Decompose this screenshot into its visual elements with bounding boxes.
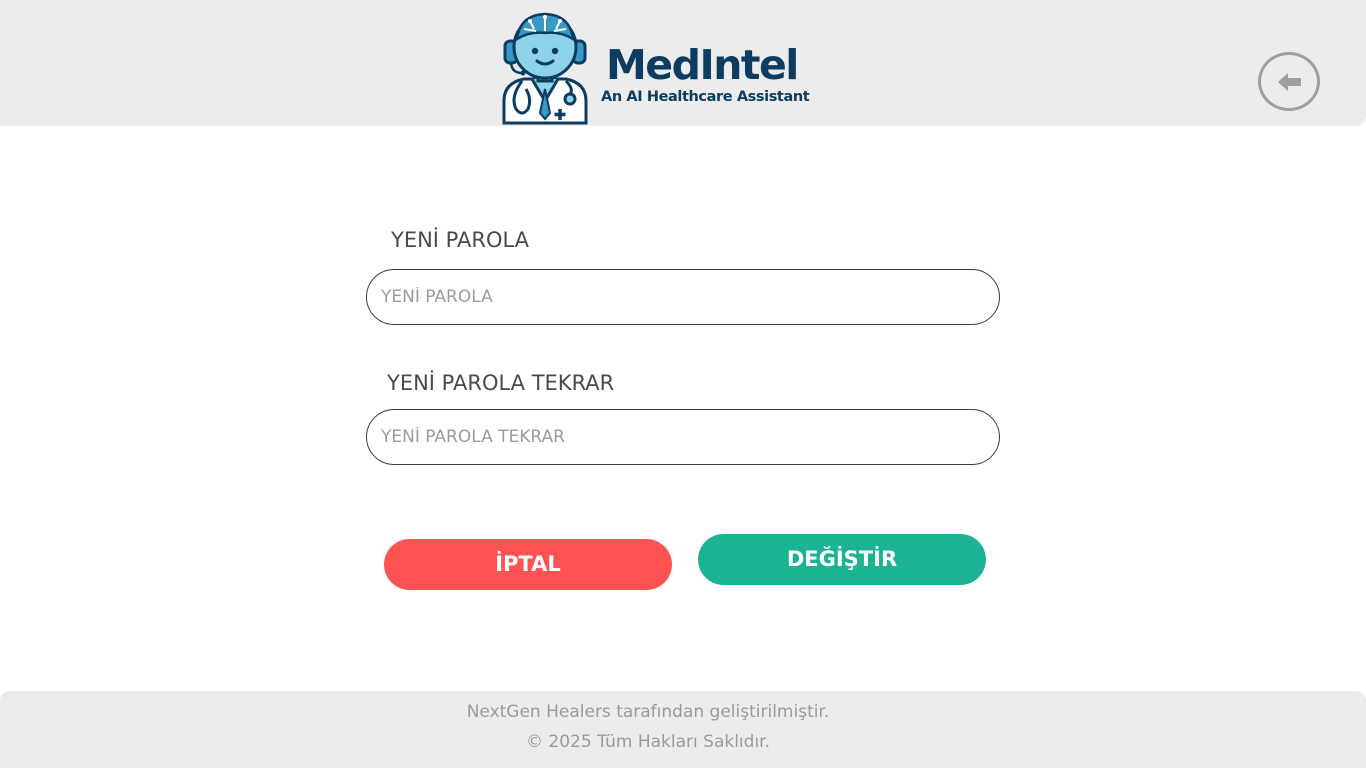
arrow-left-icon — [1278, 73, 1301, 91]
change-password-button[interactable]: DEĞİŞTİR — [698, 534, 986, 585]
brand-name: MedIntel — [606, 41, 799, 89]
header: MedIntel An AI Healthcare Assistant — [0, 0, 1366, 126]
footer: NextGen Healers tarafından geliştirilmiş… — [0, 691, 1366, 768]
footer-credit: NextGen Healers tarafından geliştirilmiş… — [466, 702, 830, 722]
logo: MedIntel An AI Healthcare Assistant — [500, 9, 810, 125]
cancel-button[interactable]: İPTAL — [384, 539, 672, 590]
confirm-password-input[interactable] — [366, 409, 1000, 465]
new-password-input[interactable] — [366, 269, 1000, 325]
brand-tagline: An AI Healthcare Assistant — [601, 89, 810, 105]
back-button[interactable] — [1258, 52, 1320, 111]
confirm-password-label: YENİ PAROLA TEKRAR — [387, 371, 615, 395]
doctor-robot-mascot-icon — [502, 12, 588, 125]
footer-copyright: © 2025 Tüm Hakları Saklıdır. — [525, 732, 770, 752]
new-password-label: YENİ PAROLA — [391, 228, 530, 252]
